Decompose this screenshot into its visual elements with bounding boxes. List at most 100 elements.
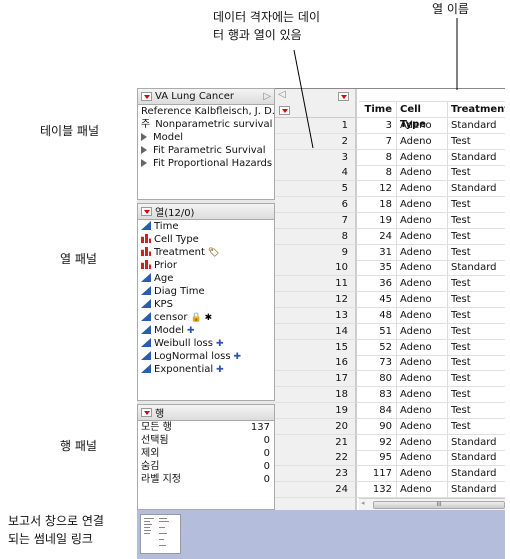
cell-time[interactable]: 36 <box>357 276 397 293</box>
cell-time[interactable]: 31 <box>357 244 397 261</box>
table-row[interactable]: 20 90 Adeno Test <box>275 418 505 435</box>
table-row[interactable]: 13 48 Adeno Test <box>275 307 505 324</box>
cell-cell-type[interactable]: Adeno <box>397 387 448 404</box>
cell-treatment[interactable]: Test <box>448 213 505 229</box>
row-state-item[interactable]: 라벨 지정 0 <box>138 473 274 486</box>
table-row[interactable]: 15 52 Adeno Test <box>275 339 505 356</box>
cell-time[interactable]: 18 <box>357 197 397 214</box>
cell-cell-type[interactable]: Adeno <box>397 482 448 499</box>
table-property-reference[interactable]: Reference Kalbfleisch, J. D., <box>138 105 274 118</box>
cell-time[interactable]: 3 <box>357 118 397 134</box>
row-state-item[interactable]: 제외 0 <box>138 447 274 460</box>
cell-treatment[interactable]: Standard <box>448 260 505 277</box>
table-row[interactable]: 3 8 Adeno Standard <box>275 149 505 166</box>
cell-cell-type[interactable]: Adeno <box>397 118 448 134</box>
column-header-cell-type[interactable]: Cell Type <box>397 102 448 130</box>
cell-time[interactable]: 12 <box>357 181 397 198</box>
cell-treatment[interactable]: Test <box>448 134 505 150</box>
row-number[interactable]: 10 <box>275 260 357 277</box>
row-number[interactable]: 3 <box>275 149 357 166</box>
table-script-fit-proportional[interactable]: Fit Proportional Hazards <box>138 157 274 170</box>
row-number[interactable]: 4 <box>275 165 357 182</box>
scroll-thumb[interactable]: III <box>373 501 505 509</box>
table-script-fit-parametric[interactable]: Fit Parametric Survival <box>138 144 274 157</box>
cell-cell-type[interactable]: Adeno <box>397 402 448 419</box>
cell-time[interactable]: 73 <box>357 355 397 372</box>
cell-cell-type[interactable]: Adeno <box>397 244 448 261</box>
cell-cell-type[interactable]: Adeno <box>397 355 448 372</box>
row-number[interactable]: 7 <box>275 212 357 229</box>
cell-treatment[interactable]: Test <box>448 308 505 324</box>
cell-treatment[interactable]: Test <box>448 229 505 245</box>
row-number[interactable]: 2 <box>275 133 357 150</box>
cell-time[interactable]: 80 <box>357 371 397 388</box>
row-number[interactable]: 24 <box>275 482 357 499</box>
table-row[interactable]: 22 95 Adeno Standard <box>275 450 505 467</box>
cell-treatment[interactable]: Standard <box>448 118 505 134</box>
cell-cell-type[interactable]: Adeno <box>397 197 448 214</box>
row-number[interactable]: 8 <box>275 228 357 245</box>
row-number[interactable]: 17 <box>275 371 357 388</box>
collapse-left-arrow-icon[interactable]: ◁ <box>278 89 286 100</box>
cell-cell-type[interactable]: Adeno <box>397 292 448 309</box>
cell-cell-type[interactable]: Adeno <box>397 212 448 229</box>
cell-treatment[interactable]: Test <box>448 371 505 388</box>
table-row[interactable]: 8 24 Adeno Test <box>275 228 505 245</box>
table-row[interactable]: 19 84 Adeno Test <box>275 402 505 419</box>
row-number[interactable]: 13 <box>275 307 357 324</box>
cell-treatment[interactable]: Test <box>448 419 505 435</box>
table-row[interactable]: 6 18 Adeno Test <box>275 197 505 214</box>
row-number[interactable]: 15 <box>275 339 357 356</box>
column-header-time[interactable]: Time <box>357 102 397 118</box>
table-row[interactable]: 14 51 Adeno Test <box>275 323 505 340</box>
columns-red-triangle-icon[interactable] <box>338 92 349 101</box>
cell-time[interactable]: 35 <box>357 260 397 277</box>
table-row[interactable]: 1 3 Adeno Standard <box>275 118 505 134</box>
row-number[interactable]: 16 <box>275 355 357 372</box>
cell-cell-type[interactable]: Adeno <box>397 371 448 388</box>
report-thumbnail-link[interactable] <box>140 514 181 554</box>
table-row[interactable]: 23 117 Adeno Standard <box>275 466 505 483</box>
cell-time[interactable]: 24 <box>357 228 397 245</box>
cell-treatment[interactable]: Test <box>448 292 505 309</box>
column-item[interactable]: Diag Time <box>138 285 274 298</box>
collapse-arrow-icon[interactable]: ▷ <box>263 91 271 102</box>
cell-treatment[interactable]: Standard <box>448 181 505 198</box>
cell-cell-type[interactable]: Adeno <box>397 133 448 150</box>
cell-treatment[interactable]: Test <box>448 165 505 182</box>
row-number[interactable]: 20 <box>275 418 357 435</box>
cell-treatment[interactable]: Test <box>448 340 505 356</box>
cell-time[interactable]: 51 <box>357 323 397 340</box>
red-triangle-menu-icon[interactable] <box>141 92 152 101</box>
cell-time[interactable]: 117 <box>357 466 397 483</box>
cell-cell-type[interactable]: Adeno <box>397 418 448 435</box>
red-triangle-menu-icon[interactable] <box>141 408 152 417</box>
cell-cell-type[interactable]: Adeno <box>397 339 448 356</box>
row-number[interactable]: 11 <box>275 276 357 293</box>
row-number[interactable]: 23 <box>275 466 357 483</box>
table-row[interactable]: 21 92 Adeno Standard <box>275 434 505 451</box>
table-row[interactable]: 10 35 Adeno Standard <box>275 260 505 277</box>
cell-time[interactable]: 83 <box>357 387 397 404</box>
cell-time[interactable]: 8 <box>357 165 397 182</box>
cell-time[interactable]: 90 <box>357 418 397 435</box>
cell-cell-type[interactable]: Adeno <box>397 260 448 277</box>
cell-cell-type[interactable]: Adeno <box>397 466 448 483</box>
cell-treatment[interactable]: Test <box>448 387 505 404</box>
scroll-left-icon[interactable]: ◂ <box>361 499 365 507</box>
cell-treatment[interactable]: Test <box>448 276 505 293</box>
column-item[interactable]: Prior <box>138 259 274 272</box>
red-triangle-menu-icon[interactable] <box>141 207 152 216</box>
cell-time[interactable]: 19 <box>357 212 397 229</box>
cell-cell-type[interactable]: Adeno <box>397 434 448 451</box>
column-item[interactable]: Exponential ✚ <box>138 363 274 376</box>
cell-time[interactable]: 52 <box>357 339 397 356</box>
table-script-model[interactable]: Model <box>138 131 274 144</box>
cell-time[interactable]: 8 <box>357 149 397 166</box>
cell-time[interactable]: 48 <box>357 307 397 324</box>
cell-time[interactable]: 92 <box>357 434 397 451</box>
horizontal-scrollbar[interactable]: ◂ III <box>359 498 505 510</box>
table-row[interactable]: 18 83 Adeno Test <box>275 387 505 404</box>
table-row[interactable]: 12 45 Adeno Test <box>275 292 505 309</box>
table-script-nonparametric[interactable]: 주 Nonparametric survival m <box>138 118 274 131</box>
